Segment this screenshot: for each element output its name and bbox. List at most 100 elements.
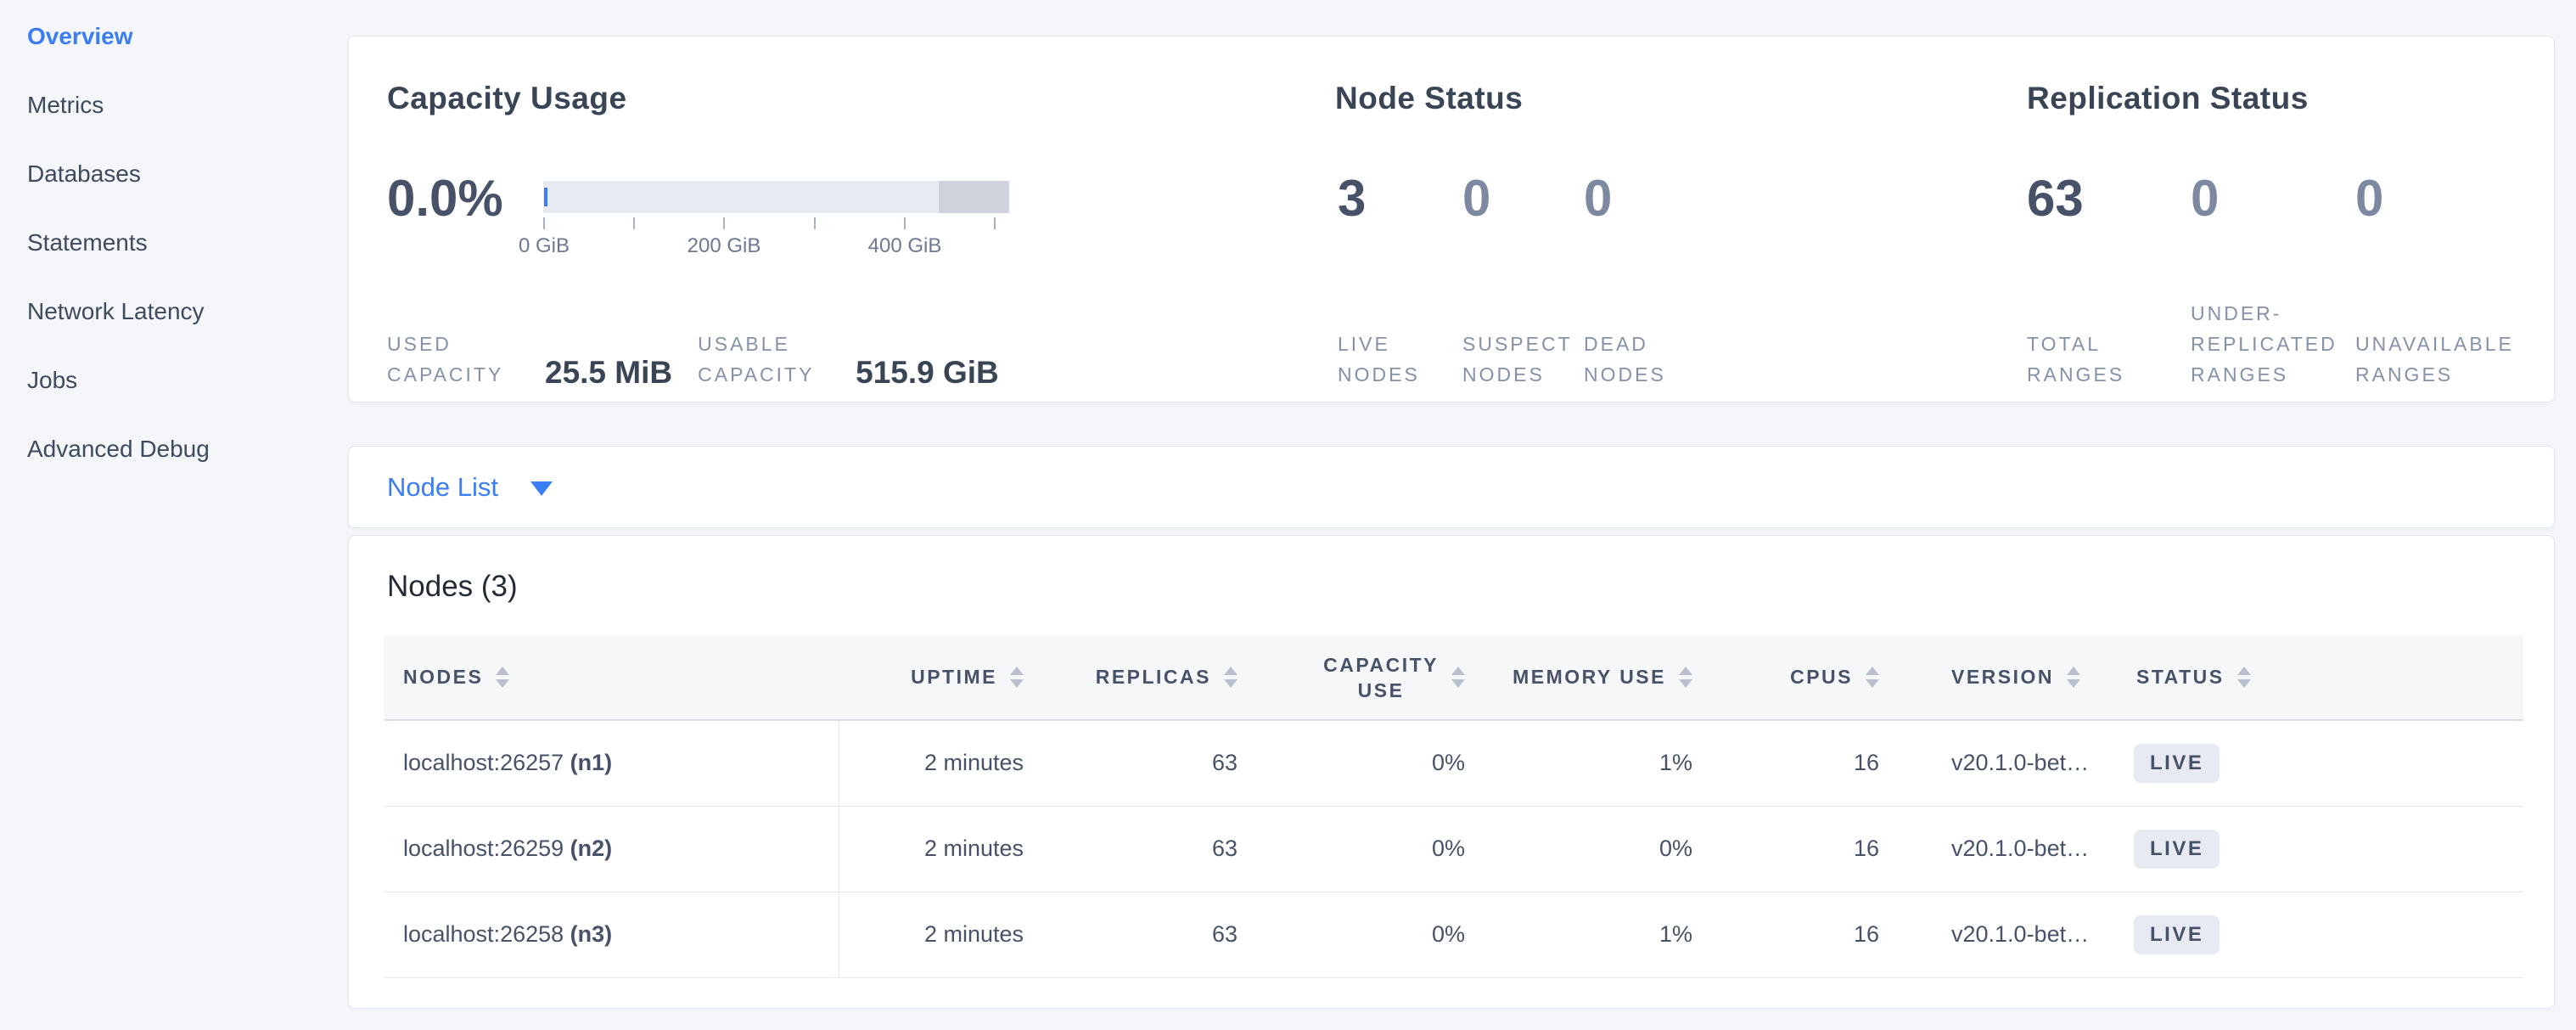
status-cell: LIVE <box>2134 892 2523 977</box>
capacity-usage-chart: 0 GiB 200 GiB 400 GiB <box>543 181 1009 260</box>
version-cell: v20.1.0-bet… <box>1888 720 2134 806</box>
node-status-labels: LIVE NODES SUSPECT NODES DEAD NODES <box>1338 329 1705 390</box>
capacity-used-percent: 0.0% <box>387 171 503 227</box>
column-header-capacity-use[interactable]: CAPACITY USE <box>1246 635 1473 720</box>
sidebar-item-statements[interactable]: Statements <box>0 208 348 277</box>
cpus-cell: 16 <box>1701 720 1888 806</box>
replication-status-values: 63 0 0 <box>2027 171 2568 227</box>
capacity-use-cell: 0% <box>1246 806 1473 892</box>
dead-nodes-count: 0 <box>1584 171 1705 227</box>
cpus-cell: 16 <box>1701 806 1888 892</box>
unavailable-ranges-count: 0 <box>2355 171 2568 227</box>
capacity-use-cell: 0% <box>1246 720 1473 806</box>
node-address-cell[interactable]: localhost:26259 (n2) <box>384 806 839 892</box>
replicas-cell: 63 <box>1032 892 1246 977</box>
suspect-nodes-count: 0 <box>1462 171 1584 227</box>
capacity-bar-reserved-segment <box>939 181 1009 213</box>
stat-label: USED CAPACITY <box>387 329 536 390</box>
column-header-label: CPUS <box>1790 666 1853 689</box>
memory-use-cell: 0% <box>1473 806 1701 892</box>
sort-icon <box>1679 667 1692 688</box>
sidebar: Overview Metrics Databases Statements Ne… <box>0 2 348 483</box>
axis-label: 400 GiB <box>845 234 964 258</box>
status-badge: LIVE <box>2134 744 2220 783</box>
column-header-version[interactable]: VERSION <box>1888 635 2134 720</box>
replication-status-title: Replication Status <box>2027 81 2309 116</box>
under-replicated-ranges-count: 0 <box>2191 171 2355 227</box>
cluster-overview-card: Capacity Usage 0.0% 0 GiB 200 GiB 400 Gi… <box>348 36 2555 402</box>
total-ranges-count: 63 <box>2027 171 2191 227</box>
capacity-bar-used-marker <box>544 188 547 206</box>
column-header-status[interactable]: STATUS <box>2134 635 2523 720</box>
sidebar-item-databases[interactable]: Databases <box>0 139 348 208</box>
stat-label: SUSPECT NODES <box>1462 329 1584 390</box>
sort-icon <box>1224 667 1237 688</box>
column-header-nodes[interactable]: NODES <box>384 635 839 720</box>
node-id: (n2) <box>570 836 613 861</box>
status-cell: LIVE <box>2134 806 2523 892</box>
stat-value: 25.5 MiB <box>545 356 672 390</box>
cpus-cell: 16 <box>1701 892 1888 977</box>
node-list-dropdown-label: Node List <box>387 472 498 503</box>
used-capacity-stat: USED CAPACITY 25.5 MiB <box>387 329 698 390</box>
column-header-label: UPTIME <box>911 666 997 689</box>
column-header-label: VERSION <box>1951 666 2054 689</box>
node-address-cell[interactable]: localhost:26258 (n3) <box>384 892 839 977</box>
column-header-label: REPLICAS <box>1096 666 1211 689</box>
replicas-cell: 63 <box>1032 720 1246 806</box>
node-address-cell[interactable]: localhost:26257 (n1) <box>384 720 839 806</box>
status-badge: LIVE <box>2134 915 2220 954</box>
column-header-label: NODES <box>403 666 483 689</box>
stat-label: UNDER-REPLICATED RANGES <box>2191 298 2355 390</box>
sort-icon <box>1451 667 1465 688</box>
chevron-down-icon <box>530 481 553 496</box>
column-header-uptime[interactable]: UPTIME <box>839 635 1032 720</box>
column-header-label: STATUS <box>2136 666 2225 689</box>
capacity-use-cell: 0% <box>1246 892 1473 977</box>
sidebar-item-overview[interactable]: Overview <box>0 2 348 70</box>
capacity-stats: USED CAPACITY 25.5 MiB USABLE CAPACITY 5… <box>387 329 1024 390</box>
uptime-cell: 2 minutes <box>839 806 1032 892</box>
node-list-dropdown[interactable]: Node List <box>349 447 2554 527</box>
sidebar-item-metrics[interactable]: Metrics <box>0 70 348 139</box>
status-badge: LIVE <box>2134 830 2220 869</box>
sort-icon <box>2067 667 2080 688</box>
column-header-label: USE <box>1358 679 1405 701</box>
column-header-memory-use[interactable]: MEMORY USE <box>1473 635 1701 720</box>
node-id: (n1) <box>570 750 613 775</box>
node-address: localhost:26257 <box>403 750 564 775</box>
stat-value: 515.9 GiB <box>856 356 999 390</box>
table-row: localhost:26258 (n3) 2 minutes 63 0% 1% … <box>384 892 2523 977</box>
column-header-cpus[interactable]: CPUS <box>1701 635 1888 720</box>
nodes-table-card: Nodes (3) NODES UPTIME REP <box>348 535 2555 1009</box>
node-status-title: Node Status <box>1335 81 1523 116</box>
column-header-label: CAPACITY <box>1323 654 1439 676</box>
table-header-row: NODES UPTIME REPLICAS CAPAC <box>384 635 2523 720</box>
capacity-usage-title: Capacity Usage <box>387 81 627 116</box>
sort-icon <box>2237 667 2251 688</box>
memory-use-cell: 1% <box>1473 892 1701 977</box>
uptime-cell: 2 minutes <box>839 720 1032 806</box>
stat-label: USABLE CAPACITY <box>698 329 847 390</box>
replication-status-labels: TOTAL RANGES UNDER-REPLICATED RANGES UNA… <box>2027 298 2568 390</box>
sort-icon <box>496 667 509 688</box>
node-address: localhost:26259 <box>403 836 564 861</box>
nodes-table-title: Nodes (3) <box>387 570 518 604</box>
axis-label: 0 GiB <box>485 234 603 258</box>
node-list-selector-card: Node List <box>348 446 2555 528</box>
version-cell: v20.1.0-bet… <box>1888 892 2134 977</box>
capacity-bar <box>543 181 1009 213</box>
sort-icon <box>1866 667 1879 688</box>
sidebar-item-network-latency[interactable]: Network Latency <box>0 277 348 346</box>
version-cell: v20.1.0-bet… <box>1888 806 2134 892</box>
axis-label: 200 GiB <box>665 234 783 258</box>
table-row: localhost:26259 (n2) 2 minutes 63 0% 0% … <box>384 806 2523 892</box>
memory-use-cell: 1% <box>1473 720 1701 806</box>
stat-label: TOTAL RANGES <box>2027 329 2191 390</box>
sidebar-item-jobs[interactable]: Jobs <box>0 346 348 414</box>
stat-label: LIVE NODES <box>1338 329 1462 390</box>
column-header-replicas[interactable]: REPLICAS <box>1032 635 1246 720</box>
status-cell: LIVE <box>2134 720 2523 806</box>
usable-capacity-stat: USABLE CAPACITY 515.9 GiB <box>698 329 1024 390</box>
sidebar-item-advanced-debug[interactable]: Advanced Debug <box>0 414 348 483</box>
